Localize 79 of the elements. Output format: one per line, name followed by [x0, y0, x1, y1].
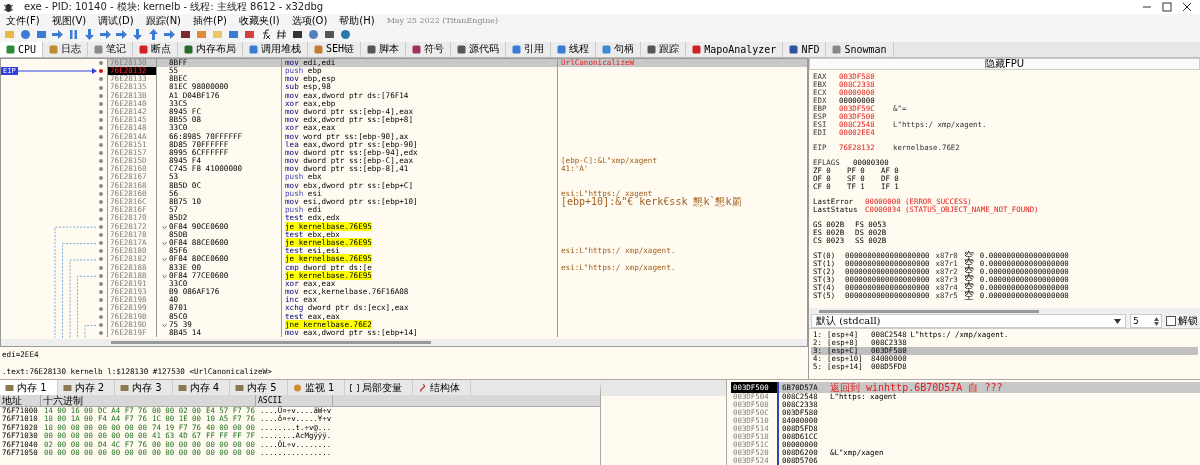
menu-item[interactable]: 收藏夹(I): [238, 13, 280, 28]
memory-tab[interactable]: 内存 1: [0, 380, 58, 395]
hash-icon[interactable]: [276, 28, 287, 40]
menu-item[interactable]: 选项(O): [291, 13, 328, 28]
breakpoint-dot[interactable]: [99, 85, 103, 90]
column-header[interactable]: 地址: [0, 395, 41, 406]
breakpoint-dot[interactable]: [99, 200, 103, 205]
pause-icon[interactable]: [68, 28, 79, 40]
menu-item[interactable]: 视图(V): [51, 13, 87, 28]
breakpoint-dot[interactable]: [99, 322, 103, 327]
breakpoint-dot[interactable]: [99, 167, 103, 172]
fx-icon[interactable]: [260, 28, 271, 40]
breakpoint-dot[interactable]: [99, 224, 103, 229]
bug-icon: [3, 1, 14, 13]
spin-arrows-icon: [1154, 316, 1159, 326]
dropdown-caret-icon: [1114, 318, 1121, 324]
scrollbar-thumb[interactable]: [819, 309, 1039, 313]
stop-icon[interactable]: [36, 28, 47, 40]
step-over-icon[interactable]: [100, 28, 111, 40]
breakpoint-dot[interactable]: [99, 290, 103, 295]
breakpoint-dot[interactable]: [99, 314, 103, 319]
menu-item[interactable]: 插件(P): [193, 13, 227, 28]
breakpoint-dot[interactable]: [99, 216, 103, 221]
breakpoint-dot[interactable]: [99, 282, 103, 286]
menu-item[interactable]: 跟踪(N): [145, 13, 182, 28]
breakpoint-dot[interactable]: [99, 306, 103, 311]
fpu-tag: 空: [963, 251, 974, 260]
breakpoint-dot[interactable]: [99, 273, 103, 278]
breakpoint-dot[interactable]: [99, 298, 103, 303]
close-icon[interactable]: [1182, 2, 1192, 12]
up-arrow-icon[interactable]: [148, 28, 159, 40]
window-title: exe - PID: 10140 - 模块: kernelb - 线程: 主线程 8612 - x32dbg: [24, 0, 324, 14]
calling-convention-dropdown[interactable]: 默认 (stdcall): [811, 314, 1126, 328]
breakpoint-dot[interactable]: [99, 159, 103, 164]
run-arrow-icon[interactable]: [116, 28, 127, 40]
run-to-icon[interactable]: [164, 28, 175, 40]
dark-square-icon[interactable]: [180, 28, 191, 40]
breakpoint-dot[interactable]: [99, 183, 103, 188]
breakpoint-dot[interactable]: [99, 60, 103, 65]
fpu-tag: 空: [963, 259, 974, 268]
stack-comment: 返回到 winhttp.6B70D57A 自 ???: [829, 382, 1003, 393]
scrollbar-thumb[interactable]: [111, 340, 431, 344]
breakpoint-dot[interactable]: [99, 134, 103, 139]
breakpoint-dot[interactable]: [99, 110, 103, 115]
menu-item[interactable]: 文件(F): [6, 13, 40, 28]
breakpoint-dot[interactable]: [99, 93, 103, 98]
column-header[interactable]: ASCII: [256, 395, 333, 406]
breakpoint-dot[interactable]: [99, 142, 103, 147]
fpu-tag: 空: [963, 267, 974, 276]
unlock-label: 解锁: [1178, 314, 1198, 328]
breakpoint-dot[interactable]: [99, 69, 103, 74]
breakpoint-dot[interactable]: [99, 118, 103, 123]
menu-item[interactable]: 帮助(H): [339, 13, 375, 28]
breakpoint-dot[interactable]: [99, 175, 103, 180]
build-info: May 25 2022 (TitanEngine): [386, 16, 499, 25]
column-header[interactable]: 十六进制: [41, 395, 256, 406]
fpu-tag: 空: [963, 275, 974, 284]
breakpoint-dot[interactable]: [99, 265, 103, 270]
step-down-icon[interactable]: [132, 28, 143, 40]
breakpoint-dot[interactable]: [99, 191, 103, 196]
breakpoint-dot[interactable]: [99, 241, 103, 246]
fpu-tag: 空: [963, 283, 974, 292]
breakpoint-dot[interactable]: [99, 126, 103, 131]
breakpoint-dot[interactable]: [99, 232, 103, 237]
bracket-icon: [350, 383, 360, 392]
breakpoint-dot[interactable]: [99, 257, 103, 262]
breakpoint-dot[interactable]: [99, 101, 103, 106]
maximize-icon[interactable]: [1162, 2, 1172, 12]
argument-count-spinbox[interactable]: 5: [1130, 314, 1162, 328]
unlock-checkbox[interactable]: [1166, 316, 1176, 326]
breakpoint-dot[interactable]: [99, 249, 103, 254]
breakpoint-dot[interactable]: [99, 151, 103, 155]
fpu-tag: 空: [963, 291, 974, 300]
breakpoint-dot[interactable]: [99, 77, 103, 82]
run-arrow-icon[interactable]: [52, 28, 63, 40]
breakpoint-dot[interactable]: [99, 208, 103, 213]
menu-item[interactable]: 调试(D): [98, 13, 134, 28]
breakpoint-dot[interactable]: [99, 331, 103, 336]
step-into-icon[interactable]: [84, 28, 95, 40]
